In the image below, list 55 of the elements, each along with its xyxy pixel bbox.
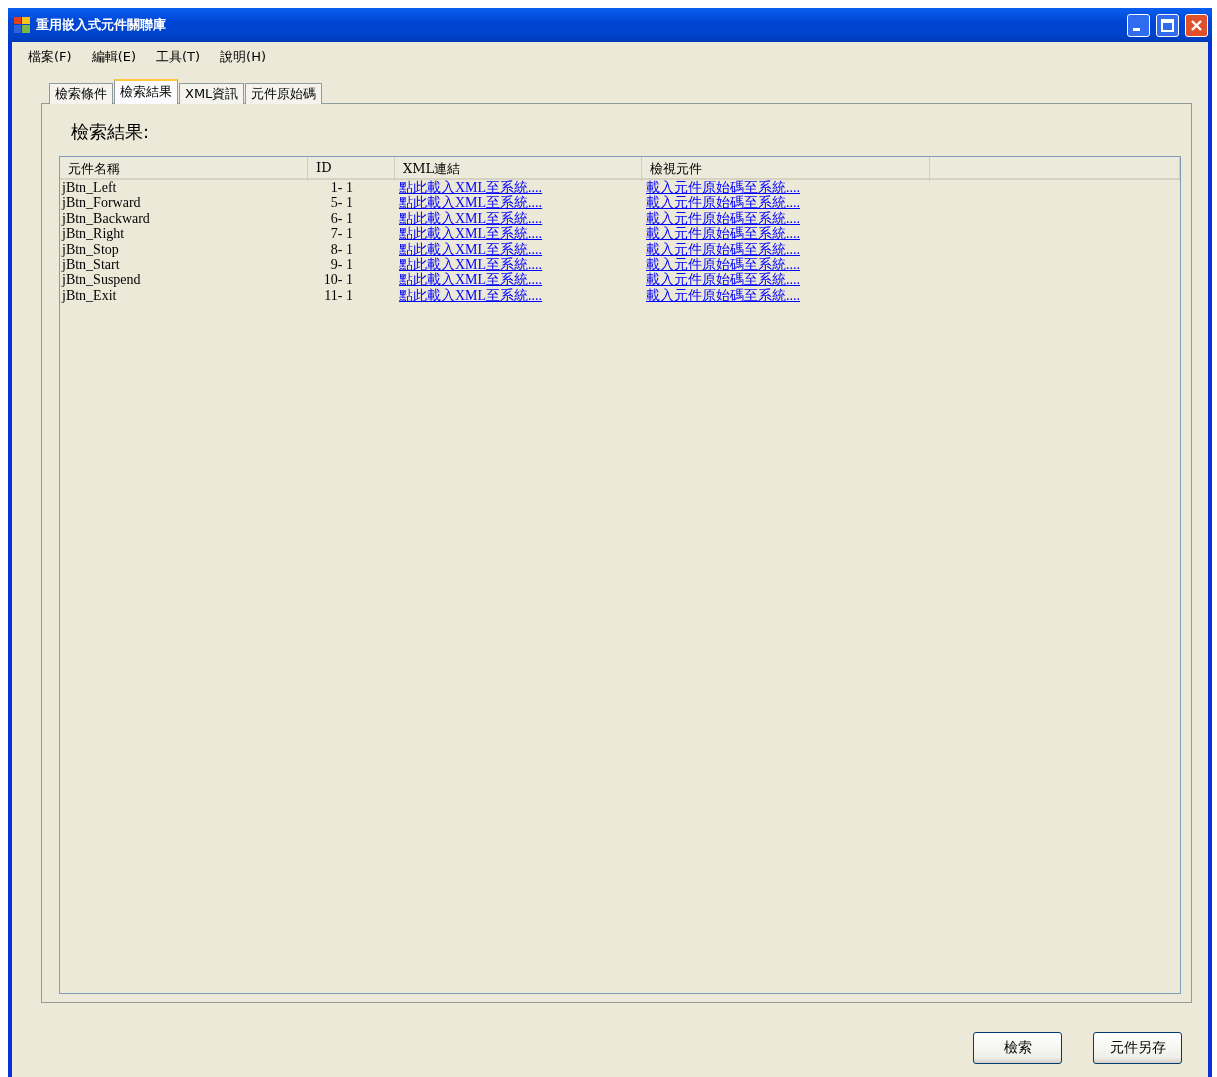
table-cell-text: jBtn_Exit: [60, 287, 118, 304]
table-cell-text: jBtn_Forward: [60, 195, 142, 211]
close-icon: [1190, 18, 1203, 32]
view-link[interactable]: 載入元件原始碼至系統....: [642, 195, 800, 211]
table-cell-text: 8- 1: [329, 241, 354, 257]
table-cell-text: jBtn_Start: [60, 256, 121, 273]
table-cell-text: 9- 1: [329, 256, 354, 273]
view-link[interactable]: 載入元件原始碼至系統....: [642, 180, 800, 196]
tab[interactable]: XML資訊: [179, 83, 245, 104]
xml-link[interactable]: 點此載入XML至系統....: [395, 241, 543, 257]
table-cell-text: 7- 1: [329, 226, 354, 242]
menu-item[interactable]: 檔案(F): [28, 48, 72, 68]
table-cell-text: 11- 1: [323, 287, 354, 304]
menu-item[interactable]: 編輯(E): [91, 48, 136, 68]
xml-link[interactable]: 點此載入XML至系統....: [395, 287, 543, 304]
view-link[interactable]: 載入元件原始碼至系統....: [642, 226, 800, 242]
view-link[interactable]: 載入元件原始碼至系統....: [642, 210, 800, 227]
table-cell-text: 10- 1: [322, 272, 354, 288]
view-link[interactable]: 載入元件原始碼至系統....: [642, 272, 800, 288]
column-header[interactable]: 檢視元件: [642, 157, 930, 181]
maximize-button[interactable]: [1156, 13, 1179, 37]
table-cell-text: 6- 1: [329, 210, 354, 227]
xml-link[interactable]: 點此載入XML至系統....: [395, 256, 543, 273]
table-cell-text: jBtn_Stop: [60, 241, 120, 257]
maximize-icon: [1161, 18, 1174, 32]
tab[interactable]: 檢索結果: [114, 79, 178, 104]
action-button[interactable]: 檢索: [973, 1032, 1062, 1064]
app-icon: [14, 17, 30, 33]
menu-item[interactable]: 說明(H): [220, 48, 266, 68]
table-cell-text: 1- 1: [329, 180, 354, 196]
table-cell-text: jBtn_Left: [60, 180, 118, 196]
xml-link[interactable]: 點此載入XML至系統....: [395, 210, 543, 227]
menu-item[interactable]: 工具(T): [156, 48, 201, 68]
table-cell-text: jBtn_Right: [60, 226, 126, 242]
view-link[interactable]: 載入元件原始碼至系統....: [642, 287, 800, 304]
tab[interactable]: 元件原始碼: [245, 83, 323, 104]
action-button[interactable]: 元件另存: [1093, 1032, 1182, 1064]
minimize-icon: [1133, 27, 1140, 31]
window-title: 重用嵌入式元件關聯庫: [36, 16, 167, 34]
xml-link[interactable]: 點此載入XML至系統....: [395, 226, 543, 242]
minimize-button[interactable]: [1127, 13, 1150, 37]
xml-link[interactable]: 點此載入XML至系統....: [395, 180, 543, 196]
xml-link[interactable]: 點此載入XML至系統....: [395, 272, 543, 288]
table-cell-text: 5- 1: [329, 195, 354, 211]
tab[interactable]: 檢索條件: [49, 83, 113, 104]
table-cell-text: jBtn_Suspend: [60, 272, 142, 288]
column-header[interactable]: ID: [308, 157, 395, 181]
results-label: 檢索結果:: [71, 120, 151, 144]
view-link[interactable]: 載入元件原始碼至系統....: [642, 241, 800, 257]
close-button[interactable]: [1185, 13, 1208, 37]
view-link[interactable]: 載入元件原始碼至系統....: [642, 256, 800, 273]
table-cell-text: jBtn_Backward: [60, 210, 151, 227]
column-header[interactable]: 元件名稱: [60, 157, 308, 181]
xml-link[interactable]: 點此載入XML至系統....: [395, 195, 543, 211]
column-header[interactable]: XML連結: [395, 157, 642, 181]
